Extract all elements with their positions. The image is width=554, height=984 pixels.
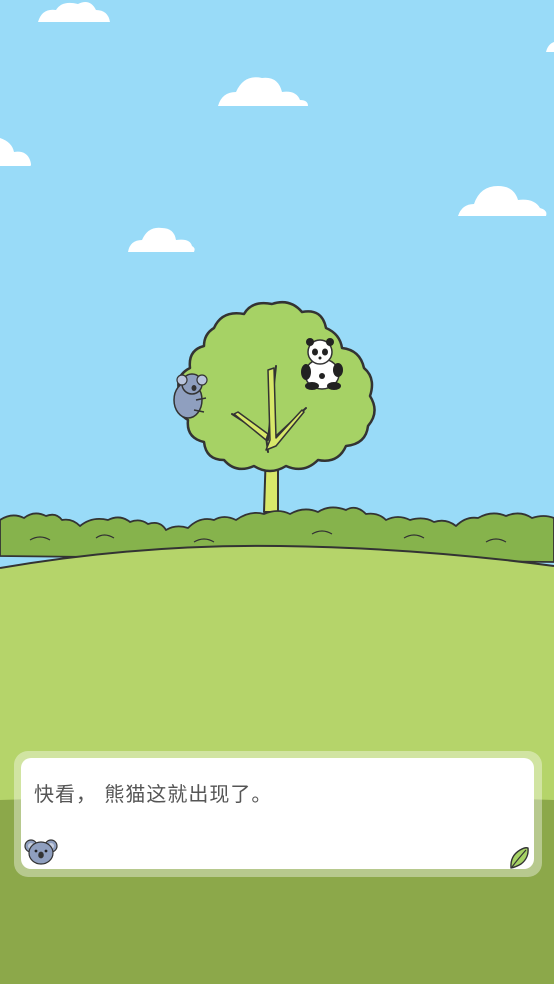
game-scene: 快看， 熊猫这就出现了。	[0, 0, 554, 984]
leaf-next-icon[interactable]	[508, 846, 530, 870]
dialog-text: 快看， 熊猫这就出现了。	[34, 782, 273, 806]
koala-avatar-icon	[24, 839, 58, 865]
koala-character	[173, 373, 208, 419]
dialog-box[interactable]	[21, 758, 534, 869]
